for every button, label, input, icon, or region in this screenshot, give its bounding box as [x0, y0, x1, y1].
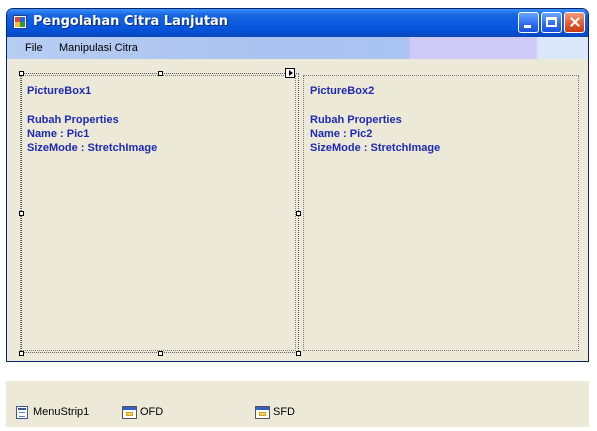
- resize-handle-n[interactable]: [158, 71, 163, 76]
- picturebox-2-annotation: PictureBox2 Rubah Properties Name : Pic2…: [310, 84, 440, 155]
- picturebox-2-name-prop: Name : Pic2: [310, 128, 373, 140]
- tray-item-sfd[interactable]: SFD: [255, 404, 295, 420]
- maximize-button[interactable]: [541, 12, 562, 33]
- picturebox-2-rubah: Rubah Properties: [310, 114, 402, 126]
- resize-handle-se[interactable]: [296, 351, 301, 356]
- minimize-icon: [524, 25, 531, 28]
- resize-handle-w[interactable]: [19, 211, 24, 216]
- maximize-icon: [546, 17, 557, 27]
- tray-item-menustrip[interactable]: MenuStrip1: [16, 404, 89, 420]
- component-tray: MenuStrip1 OFD SFD: [6, 381, 589, 427]
- menu-item-file[interactable]: File: [25, 42, 43, 54]
- smart-tag-arrow-icon[interactable]: [285, 68, 295, 78]
- menu-strip: File Manipulasi Citra: [7, 37, 588, 59]
- form-window: Pengolahan Citra Lanjutan File Manipulas…: [6, 8, 589, 362]
- window-title: Pengolahan Citra Lanjutan: [33, 14, 229, 29]
- resize-handle-s[interactable]: [158, 351, 163, 356]
- open-file-dialog-icon: [122, 405, 137, 419]
- close-icon: [565, 13, 584, 32]
- tray-item-label: MenuStrip1: [33, 406, 90, 418]
- save-file-dialog-icon: [255, 405, 270, 419]
- menustrip-icon: [16, 405, 28, 419]
- tray-item-label: SFD: [273, 406, 295, 418]
- close-button[interactable]: [564, 12, 585, 33]
- app-icon[interactable]: [13, 15, 27, 29]
- resize-handle-sw[interactable]: [19, 351, 24, 356]
- resize-handle-e[interactable]: [296, 211, 301, 216]
- menu-item-manipulasi-citra[interactable]: Manipulasi Citra: [59, 42, 138, 54]
- resize-handle-nw[interactable]: [19, 71, 24, 76]
- picturebox-2-name: PictureBox2: [310, 85, 375, 97]
- picturebox-2[interactable]: PictureBox2 Rubah Properties Name : Pic2…: [303, 75, 579, 351]
- tray-item-label: OFD: [140, 406, 164, 418]
- minimize-button[interactable]: [518, 12, 539, 33]
- tray-item-ofd[interactable]: OFD: [122, 404, 163, 420]
- picturebox-2-sizemode: SizeMode : StretchImage: [310, 142, 441, 154]
- title-bar[interactable]: Pengolahan Citra Lanjutan: [7, 9, 588, 37]
- selection-frame: [21, 73, 299, 353]
- form-client-area: PictureBox1 Rubah Properties Name : Pic1…: [7, 59, 588, 361]
